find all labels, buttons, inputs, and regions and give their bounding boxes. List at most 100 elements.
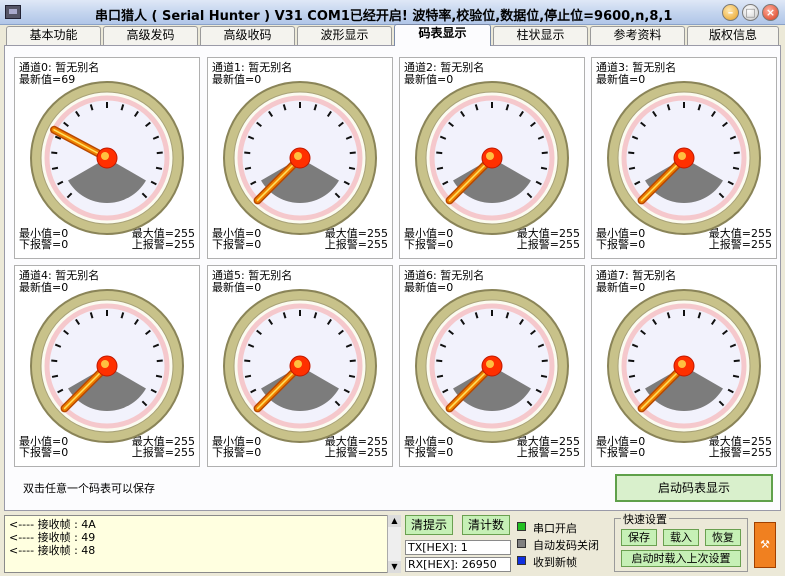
gauge-card[interactable]: 通道1: 暂无别名 最新值=0 最小值=0 下报警=0 最大值=255 上报警=255 bbox=[207, 57, 393, 259]
log-line: <---- 接收帧 : 49 bbox=[9, 531, 96, 544]
gauge-high-alarm-label: 上报警=255 bbox=[131, 446, 195, 459]
scroll-down-icon[interactable]: ▼ bbox=[388, 561, 401, 573]
log-scrollbar[interactable]: ▲ ▼ bbox=[387, 515, 401, 573]
status-area: <---- 接收帧 : 4A <---- 接收帧 : 49 <---- 接收帧 … bbox=[0, 511, 785, 576]
gauge-tick bbox=[436, 151, 443, 155]
title-bar: 串口猎人 ( Serial Hunter ) V31 COM1已经开启! 波特率… bbox=[0, 0, 785, 25]
gauge-tick bbox=[436, 359, 443, 363]
gauge-low-alarm-label: 下报警=0 bbox=[212, 238, 262, 251]
gauge-tick bbox=[155, 374, 163, 378]
gauge-tick bbox=[628, 374, 636, 378]
tab-gauge[interactable]: 码表显示 bbox=[394, 24, 491, 46]
new-frame-led bbox=[517, 556, 526, 565]
log-line: <---- 接收帧 : 4A bbox=[9, 518, 96, 531]
gauge-card[interactable]: 通道2: 暂无别名 最新值=0 最小值=0 下报警=0 最大值=255 上报警=255 bbox=[399, 57, 585, 259]
tab-reference[interactable]: 参考资料 bbox=[590, 26, 685, 45]
load-button[interactable]: 载入 bbox=[663, 529, 699, 546]
port-open-led bbox=[517, 522, 526, 531]
gauge-tick bbox=[156, 151, 163, 155]
gauge-dial bbox=[30, 81, 184, 235]
clear-hint-button[interactable]: 清提示 bbox=[405, 515, 453, 535]
window-title: 串口猎人 ( Serial Hunter ) V31 COM1已经开启! 波特率… bbox=[95, 9, 673, 24]
save-button[interactable]: 保存 bbox=[621, 529, 657, 546]
gauge-pivot-highlight bbox=[294, 152, 302, 160]
log-line: <---- 接收帧 : 48 bbox=[9, 544, 96, 557]
gauge-card[interactable]: 通道5: 暂无别名 最新值=0 最小值=0 下报警=0 最大值=255 上报警=255 bbox=[207, 265, 393, 467]
gauge-tick bbox=[628, 151, 635, 155]
gauge-pivot-highlight bbox=[101, 152, 109, 160]
close-button[interactable]: × bbox=[762, 4, 779, 21]
gauge-dial bbox=[607, 289, 761, 443]
gauge-tick bbox=[244, 359, 251, 363]
gauge-high-alarm-label: 上报警=255 bbox=[516, 238, 580, 251]
tab-waveform[interactable]: 波形显示 bbox=[297, 26, 392, 45]
gauge-dial bbox=[607, 81, 761, 235]
gauge-tick bbox=[732, 374, 740, 378]
gauge-tick bbox=[540, 166, 548, 170]
wrench-icon[interactable]: ⚒ bbox=[754, 522, 776, 568]
tab-basic[interactable]: 基本功能 bbox=[6, 26, 101, 45]
gauge-tick bbox=[436, 166, 444, 170]
receive-log[interactable]: <---- 接收帧 : 4A <---- 接收帧 : 49 <---- 接收帧 … bbox=[4, 515, 400, 573]
gauge-card[interactable]: 通道6: 暂无别名 最新值=0 最小值=0 下报警=0 最大值=255 上报警=255 bbox=[399, 265, 585, 467]
minimize-button[interactable]: – bbox=[722, 4, 739, 21]
quick-settings-title: 快速设置 bbox=[621, 511, 669, 527]
gauge-pivot-highlight bbox=[294, 360, 302, 368]
start-gauge-button[interactable]: 启动码表显示 bbox=[615, 474, 773, 502]
gauge-card[interactable]: 通道4: 暂无别名 最新值=0 最小值=0 下报警=0 最大值=255 上报警=255 bbox=[14, 265, 200, 467]
app-icon[interactable] bbox=[5, 5, 21, 19]
gauge-pivot-highlight bbox=[486, 360, 494, 368]
gauge-card[interactable]: 通道7: 暂无别名 最新值=0 最小值=0 下报警=0 最大值=255 上报警=255 bbox=[591, 265, 777, 467]
gauge-pivot-highlight bbox=[486, 152, 494, 160]
gauge-tick bbox=[244, 151, 251, 155]
gauge-dial bbox=[223, 289, 377, 443]
gauge-high-alarm-label: 上报警=255 bbox=[131, 238, 195, 251]
gauge-high-alarm-label: 上报警=255 bbox=[324, 446, 388, 459]
gauge-tick bbox=[628, 166, 636, 170]
gauge-high-alarm-label: 上报警=255 bbox=[708, 238, 772, 251]
gauge-tick bbox=[541, 151, 548, 155]
new-frame-label: 收到新帧 bbox=[533, 556, 577, 569]
restore-button[interactable]: 恢复 bbox=[705, 529, 741, 546]
gauge-pivot-highlight bbox=[101, 360, 109, 368]
scroll-up-icon[interactable]: ▲ bbox=[388, 515, 401, 527]
maximize-button[interactable]: □ bbox=[742, 4, 759, 21]
gauge-tick bbox=[51, 151, 58, 155]
gauge-panel: 通道0: 暂无别名 最新值=69 最小值=0 下报警=0 最大值=255 上报警=255 通… bbox=[4, 45, 781, 511]
gauge-low-alarm-label: 下报警=0 bbox=[596, 446, 646, 459]
gauge-pivot-highlight bbox=[678, 152, 686, 160]
gauge-tick bbox=[541, 359, 548, 363]
gauge-high-alarm-label: 上报警=255 bbox=[516, 446, 580, 459]
gauge-dial bbox=[223, 81, 377, 235]
tab-advanced-send[interactable]: 高级发码 bbox=[103, 26, 198, 45]
tab-bar-chart[interactable]: 柱状显示 bbox=[493, 26, 588, 45]
tx-counter: TX[HEX]: 1 bbox=[405, 540, 511, 555]
auto-send-led bbox=[517, 539, 526, 548]
gauge-low-alarm-label: 下报警=0 bbox=[404, 238, 454, 251]
gauge-high-alarm-label: 上报警=255 bbox=[324, 238, 388, 251]
gauge-dial bbox=[415, 289, 569, 443]
gauge-card[interactable]: 通道0: 暂无别名 最新值=69 最小值=0 下报警=0 最大值=255 上报警=255 bbox=[14, 57, 200, 259]
gauge-tick bbox=[244, 374, 252, 378]
tab-copyright[interactable]: 版权信息 bbox=[687, 26, 779, 45]
tab-advanced-receive[interactable]: 高级收码 bbox=[200, 26, 295, 45]
gauge-tick bbox=[733, 151, 740, 155]
gauge-low-alarm-label: 下报警=0 bbox=[212, 446, 262, 459]
gauge-tick bbox=[348, 166, 356, 170]
startup-load-button[interactable]: 启动时载入上次设置 bbox=[621, 550, 741, 567]
auto-send-label: 自动发码关闭 bbox=[533, 539, 599, 552]
save-hint: 双击任意一个码表可以保存 bbox=[23, 482, 155, 495]
gauge-tick bbox=[51, 359, 58, 363]
gauge-tick bbox=[732, 166, 740, 170]
gauge-tick bbox=[51, 374, 59, 378]
quick-settings-group: 快速设置 保存 载入 恢复 启动时载入上次设置 bbox=[614, 511, 748, 572]
gauge-tick bbox=[349, 359, 356, 363]
gauge-card[interactable]: 通道3: 暂无别名 最新值=0 最小值=0 下报警=0 最大值=255 上报警=255 bbox=[591, 57, 777, 259]
port-open-label: 串口开启 bbox=[533, 522, 577, 535]
gauge-tick bbox=[349, 151, 356, 155]
gauge-dial bbox=[415, 81, 569, 235]
gauge-low-alarm-label: 下报警=0 bbox=[19, 238, 69, 251]
gauge-tick bbox=[733, 359, 740, 363]
gauge-dial bbox=[30, 289, 184, 443]
clear-count-button[interactable]: 清计数 bbox=[462, 515, 510, 535]
